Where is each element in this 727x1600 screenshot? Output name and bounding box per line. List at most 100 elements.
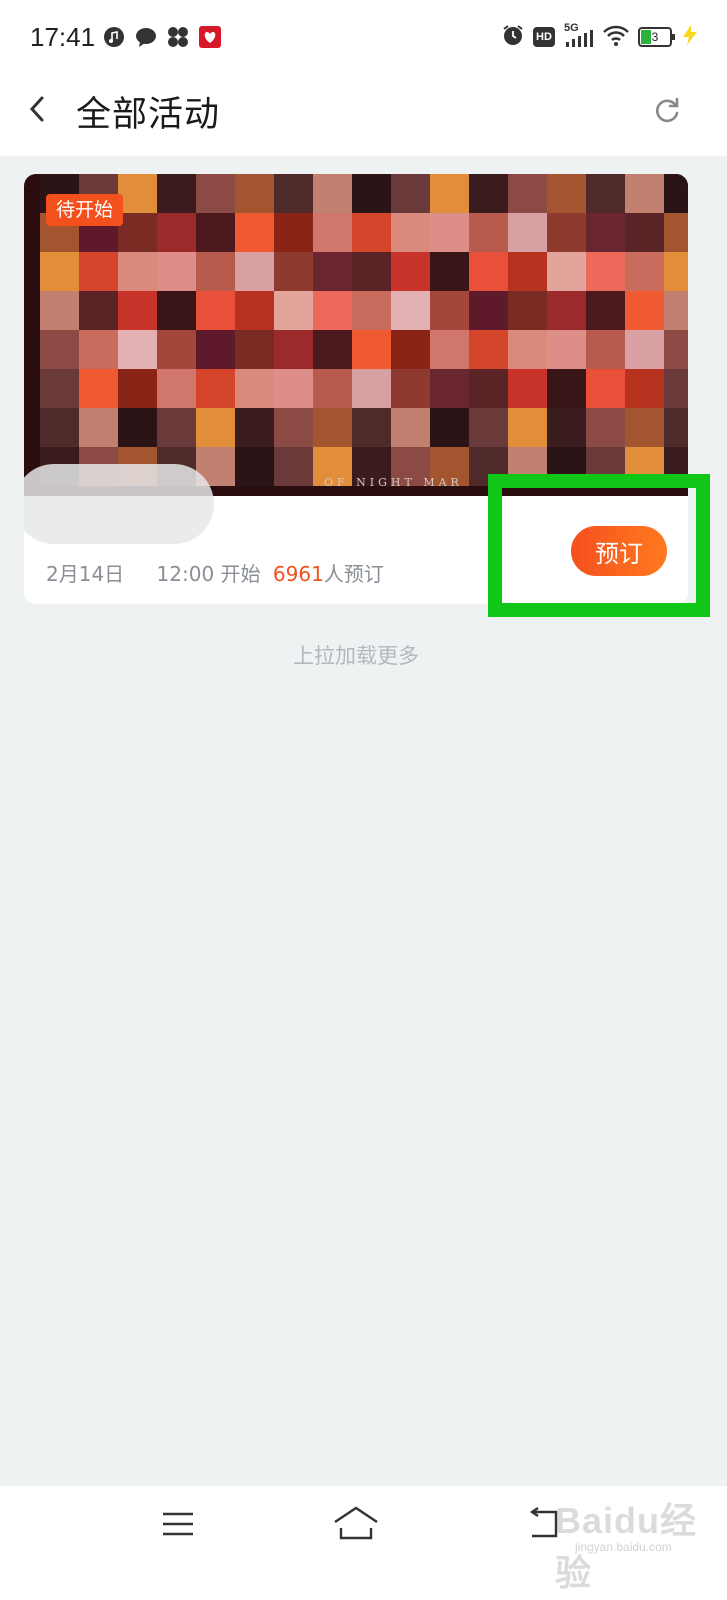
pixel-cell [157,408,196,447]
chat-bubble-icon [135,26,157,48]
pixel-cell [235,252,274,291]
pixel-cell [508,369,547,408]
pixel-cell [391,252,430,291]
pixel-cell [547,447,586,486]
pixel-cell [79,330,118,369]
pixel-cell [118,369,157,408]
pixel-cell [274,291,313,330]
pixel-cell [313,174,352,213]
pixel-cell [157,213,196,252]
pixel-cell [547,213,586,252]
event-info: 2月14日 12:00 开始 6961人预订 [46,558,384,587]
event-card[interactable]: OF NIGHT MAR 待开始 2月14日 12:00 开始 6961人预订 … [24,174,688,604]
event-start-time: 12:00 开始 [156,562,261,586]
pixel-cell [235,330,274,369]
pixel-cell [547,330,586,369]
pixel-cell [313,252,352,291]
banner-caption: OF NIGHT MAR [324,476,463,489]
event-date: 2月14日 [46,562,125,586]
pixel-cell [196,369,235,408]
pixel-cell [664,408,688,447]
pixel-cell [547,252,586,291]
pixel-cell [430,408,469,447]
pixel-cell [430,330,469,369]
pixel-cell [196,174,235,213]
pixel-cell [430,252,469,291]
pixel-cell [664,369,688,408]
pixel-cell [391,291,430,330]
battery-level: 3 [651,30,659,44]
pixel-cell [508,408,547,447]
pixel-cell [430,291,469,330]
blurred-title [24,464,214,544]
pixel-cell [469,213,508,252]
pixel-cell [352,330,391,369]
pixel-cell [79,408,118,447]
pixel-cell [508,291,547,330]
pixel-cell [40,408,79,447]
pixel-cell [508,330,547,369]
status-badge: 待开始 [46,194,124,226]
pixel-cell [586,213,625,252]
pixel-cell [625,447,664,486]
pixel-cell [313,291,352,330]
system-icons: HD 5G 3 [502,22,699,50]
pixel-cell [235,408,274,447]
home-icon[interactable] [332,1504,380,1544]
charging-bolt-icon [681,24,699,50]
pixel-cell [274,252,313,291]
pixel-cell [664,213,688,252]
pixel-cell [391,330,430,369]
chevron-left-icon[interactable] [22,92,56,126]
pixel-cell [586,369,625,408]
pixel-cell [625,174,664,213]
pixel-cell [352,408,391,447]
pixel-cell [664,291,688,330]
pixel-cell [664,330,688,369]
pixel-cell [391,174,430,213]
pixel-cell [274,330,313,369]
pixel-cell [157,369,196,408]
pixel-cell [352,213,391,252]
pixel-cell [118,330,157,369]
pixel-cell [391,408,430,447]
pinwheel-icon [167,26,189,48]
status-bar: 17:41 HD 5G 3 [0,0,727,78]
pixel-cell [235,174,274,213]
pixel-cell [274,213,313,252]
pixel-cell [118,291,157,330]
pixel-cell [430,213,469,252]
pixel-cell [586,330,625,369]
booking-count-suffix: 人预订 [323,562,384,586]
pixel-cell [235,369,274,408]
pixel-cell [235,447,274,486]
pixel-cell [469,369,508,408]
book-button[interactable]: 预订 [571,526,667,576]
pixel-cell [79,252,118,291]
pixel-cell [313,213,352,252]
pixel-cell [625,330,664,369]
pixel-cell [430,174,469,213]
load-more-hint: 上拉加载更多 [293,644,419,668]
pixel-cell [664,174,688,213]
pixel-cell [586,408,625,447]
pixel-cell [79,291,118,330]
pixel-cell [40,369,79,408]
pixel-cell [79,369,118,408]
pixel-cell [196,330,235,369]
page-title: 全部活动 [76,95,221,135]
pixel-cell [118,174,157,213]
pixel-cell [508,174,547,213]
pixel-cell [391,213,430,252]
pixel-cell [196,408,235,447]
pixel-cell [40,252,79,291]
pixel-cell [625,369,664,408]
pixel-cell [664,252,688,291]
menu-icon[interactable] [160,1506,196,1542]
pixel-cell [469,330,508,369]
pixel-cell [157,174,196,213]
pixel-cell [625,408,664,447]
pixel-cell [274,447,313,486]
pixel-cell [664,447,688,486]
refresh-icon[interactable] [651,94,683,126]
